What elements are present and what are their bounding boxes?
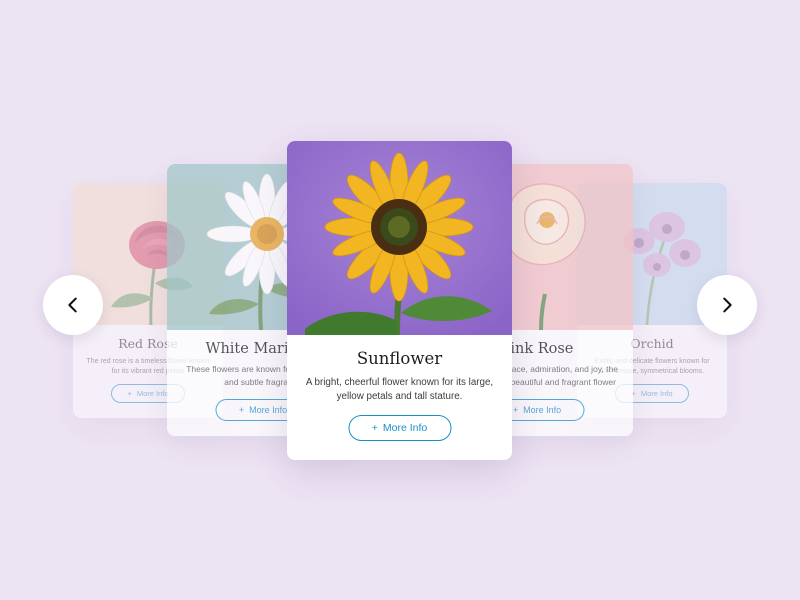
plus-icon: + bbox=[238, 405, 245, 415]
next-button[interactable] bbox=[697, 275, 757, 335]
chevron-right-icon bbox=[723, 297, 732, 313]
more-info-label: More Info bbox=[382, 422, 428, 434]
more-info-label: More Info bbox=[249, 405, 288, 415]
flower-carousel: Red Rose The red rose is a timeless flow… bbox=[0, 0, 800, 600]
chevron-left-icon bbox=[68, 297, 77, 313]
plus-icon: + bbox=[127, 389, 132, 398]
more-info-label: More Info bbox=[640, 389, 673, 398]
more-info-label: More Info bbox=[136, 389, 169, 398]
card-title: Sunflower bbox=[356, 349, 443, 368]
more-info-button[interactable]: + More Info bbox=[348, 415, 451, 441]
card-description: A bright, cheerful flower known for its … bbox=[305, 377, 494, 402]
plus-icon: + bbox=[371, 422, 378, 434]
flower-card-sunflower[interactable]: Sunflower A bright, cheerful flower know… bbox=[287, 141, 512, 460]
sunflower-image bbox=[287, 141, 512, 335]
plus-icon: + bbox=[512, 405, 519, 415]
more-info-label: More Info bbox=[523, 405, 562, 415]
previous-button[interactable] bbox=[43, 275, 103, 335]
